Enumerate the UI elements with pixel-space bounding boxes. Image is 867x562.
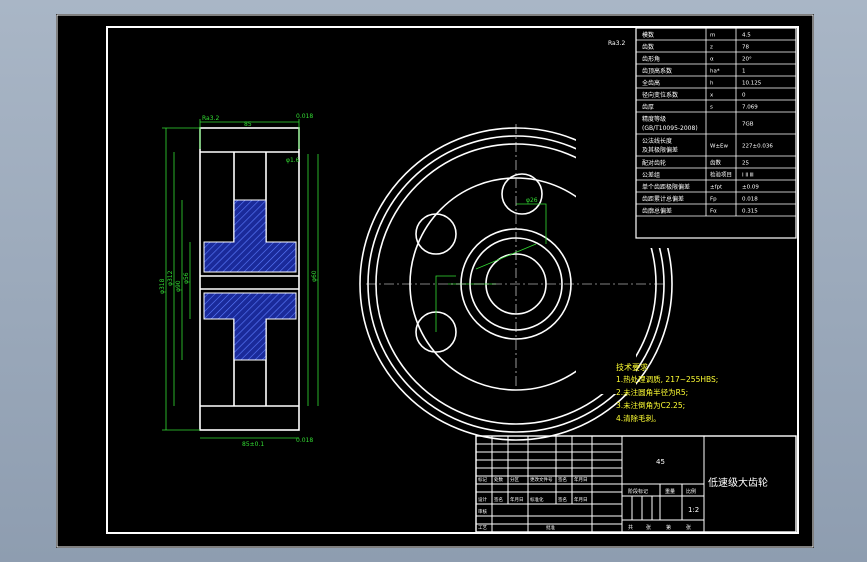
param-value: 25 — [742, 161, 749, 167]
title-row-label: 签名 — [558, 476, 567, 483]
param-value: 7GB — [742, 122, 754, 128]
title-sign-label: 年月日 — [510, 496, 524, 503]
param-symbol: 齿数 — [710, 159, 722, 167]
tech-notes-title: 技术要求 — [616, 362, 648, 372]
param-name: 配对齿轮 — [642, 159, 666, 167]
param-symbol: Fp — [710, 197, 717, 203]
lower-hatch — [203, 292, 297, 361]
width-bottom: 85±0.1 — [242, 441, 264, 448]
tech-note-3: 3.未注倒角为C2.25; — [616, 400, 685, 410]
param-symbol: h — [710, 81, 714, 87]
tech-notes: 技术要求 1.热处理调质, 217~255HBS; 2.未注圆角半径为R5; 3… — [616, 362, 718, 423]
param-name: 单个齿距极限偏差 — [642, 183, 690, 191]
corner-roughness: Ra3.2 — [608, 40, 625, 47]
dim-left-3: φ90 — [175, 280, 182, 292]
param-symbol: z — [710, 45, 713, 51]
param-symbol: ±fpt — [710, 185, 723, 191]
dim-left-1: φ318 — [159, 278, 166, 294]
title-side-label: 批准 — [546, 524, 555, 531]
tech-note-4: 4.清除毛刺。 — [616, 413, 661, 423]
sheet-2: 张 — [646, 524, 651, 531]
param-value: 20° — [742, 57, 752, 63]
param-value: 0.315 — [742, 209, 758, 215]
param-symbol: Fα — [710, 209, 717, 215]
upper-hatch — [203, 199, 297, 273]
param-name: 齿顶高系数 — [642, 67, 672, 75]
tech-note-2: 2.未注圆角半径为R5; — [616, 387, 688, 397]
scale-value: 1:2 — [688, 506, 699, 514]
param-name: 齿形角 — [642, 55, 660, 63]
param-value: 0 — [742, 93, 746, 99]
title-side-label: 审核 — [478, 508, 487, 515]
cad-viewport[interactable]: Ra3.2 Ra3.2 φ318 φ312 φ90 φ56 φ1.6 φ60 8… — [56, 14, 814, 548]
param-name: 全齿高 — [642, 79, 660, 87]
tech-note-1: 1.热处理调质, 217~255HBS; — [616, 374, 718, 384]
part-material: 45 — [656, 458, 665, 466]
param-name: 齿距累计总偏差 — [642, 195, 684, 203]
front-dim: φ26 — [526, 197, 538, 204]
part-name: 低速级大齿轮 — [708, 476, 768, 489]
stage-label: 阶段标记 — [628, 488, 648, 495]
section-roughness: Ra3.2 — [202, 115, 219, 122]
ratio-label: 比例 — [686, 488, 696, 495]
param-name: 齿廓总偏差 — [642, 207, 672, 215]
title-sign-label: 年月日 — [574, 496, 588, 503]
title-sign-label: 签名 — [494, 496, 503, 503]
param-symbol: α — [710, 57, 714, 63]
param-name: 公差组 — [642, 171, 660, 179]
param-name: 径向变位系数 — [642, 91, 678, 99]
title-sign-label: 设计 — [478, 496, 487, 503]
title-row-label: 年月日 — [574, 476, 588, 483]
width-top: 85 — [244, 121, 252, 128]
sheet-4: 张 — [686, 524, 691, 531]
title-row-label: 分区 — [510, 476, 519, 483]
param-value: 7.069 — [742, 105, 758, 111]
title-sign-label: 标准化 — [530, 496, 544, 503]
sheet-1: 共 — [628, 524, 633, 531]
param-name: 精度等级 — [642, 115, 666, 123]
tol-top: 0.018 — [296, 113, 313, 120]
dim-right-1: φ1.6 — [286, 157, 300, 164]
param-name: 齿厚 — [642, 103, 654, 111]
param-value: 4.5 — [742, 33, 751, 39]
param-value: 78 — [742, 45, 749, 51]
dim-left-4: φ56 — [183, 272, 190, 284]
param-symbol: m — [710, 33, 715, 39]
front-mask — [576, 114, 636, 394]
param-value: Ⅰ Ⅱ Ⅲ — [742, 173, 754, 179]
param-name: (GB/T10095-2008) — [642, 125, 698, 132]
param-value: 10.125 — [742, 81, 762, 87]
param-name: 模数 — [642, 31, 654, 39]
title-side-label: 工艺 — [478, 525, 487, 531]
param-name: 及其极限偏差 — [642, 146, 678, 154]
param-value: ±0.09 — [742, 185, 759, 191]
param-name: 齿数 — [642, 43, 654, 51]
tol-bottom: 0.018 — [296, 437, 313, 444]
param-value: 227±0.036 — [742, 144, 773, 150]
param-name: 公法线长度 — [642, 137, 672, 145]
param-symbol: ha* — [710, 69, 720, 75]
title-row-label: 处数 — [494, 476, 503, 483]
weight-label: 重量 — [665, 488, 675, 495]
dim-right-2: φ60 — [311, 270, 318, 282]
param-symbol: W±Ew — [710, 144, 729, 150]
sheet-3: 第 — [666, 524, 671, 531]
param-value: 0.018 — [742, 197, 758, 203]
section-view: Ra3.2 φ318 φ312 φ90 φ56 φ1.6 φ60 85 85±0… — [159, 113, 319, 448]
param-symbol: 检验项目 — [710, 171, 732, 179]
dim-left-2: φ312 — [167, 270, 174, 286]
param-symbol: s — [710, 105, 713, 111]
title-sign-label: 签名 — [558, 496, 567, 503]
title-row-label: 更改文件号 — [530, 476, 553, 483]
param-table: 模数 m 4.5 齿数 z 78 齿形角 α 20° 齿顶高系数 ha* 1 全齿高 h 10.125 径向变… — [635, 27, 797, 239]
title-row-label: 标记 — [478, 476, 487, 483]
param-value: 1 — [742, 69, 746, 75]
